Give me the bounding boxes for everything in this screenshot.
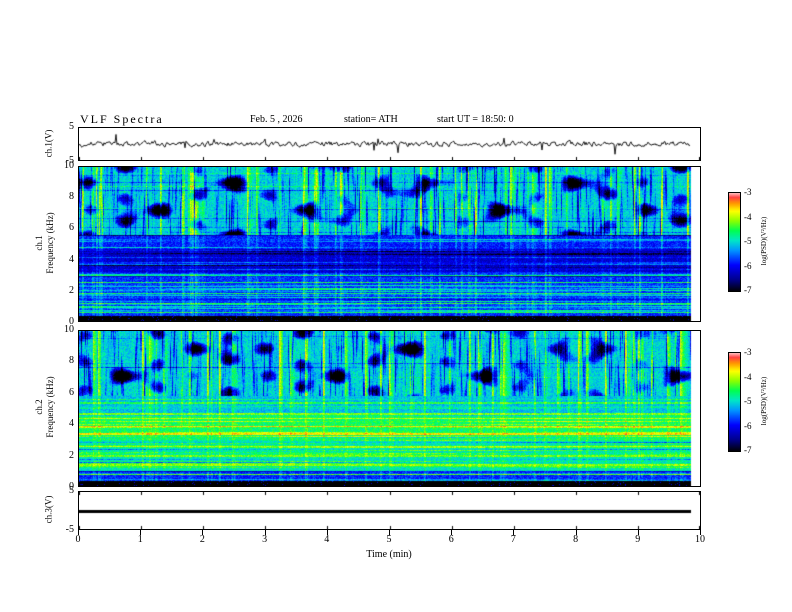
ch2spec-axis-label: ch.2 Frequency (kHz) [34,376,55,438]
x-tick-mark [513,530,515,535]
x-tick-label: 4 [324,534,330,545]
x-tick-mark [451,530,453,535]
x-tick-mark [389,530,390,535]
ch2-spectrogram-plot [79,331,700,486]
ch1-spectrogram-plot [79,167,700,321]
ch1spec-y-tick: 0 [69,316,74,327]
ch1-waveform-panel [78,127,701,161]
x-tick-mark [637,530,639,535]
vlf-spectra-figure: VLF Spectra Feb. 5 , 2026 station= ATH s… [0,0,792,612]
x-tick-mark [140,530,142,535]
x-tick-mark [700,530,701,535]
x-tick-mark [78,530,79,535]
x-tick-label: 5 [386,534,392,545]
colorbar1-tick: -7 [744,285,752,295]
x-tick-label: 8 [573,534,579,545]
x-tick-label: 9 [635,534,641,545]
x-tick-mark [326,530,328,535]
x-tick-label: 3 [262,534,268,545]
start-ut-label: start UT = 18:50: 0 [437,114,514,125]
ch1-spectrogram-panel [78,166,701,322]
x-tick-label: 7 [510,534,516,545]
x-tick-label: 10 [695,534,705,545]
colorbar-ch1 [728,192,741,292]
x-tick-label: 0 [75,534,81,545]
colorbar-ch2 [728,352,741,452]
x-tick-label: 6 [448,534,454,545]
ch1v-axis-label: ch.1(V) [43,129,54,158]
ch2spec-y-tick: 10 [64,324,74,335]
ch3v-axis-label: ch.3(V) [43,495,54,524]
x-tick-label: 2 [199,534,205,545]
ch3-waveform-panel [78,491,701,530]
ch1-waveform-plot [79,128,700,160]
x-tick-label: 1 [137,534,143,545]
colorbar-ch1-gradient [729,193,740,291]
x-tick-mark [202,530,204,535]
x-axis-title: Time (min) [366,549,412,560]
figure-title: VLF Spectra [80,112,164,126]
date-label: Feb. 5 , 2026 [250,114,303,125]
colorbar-ch1-label: log(PSD)(V²/Hz) [760,216,768,266]
colorbar-ch2-gradient [729,353,740,451]
ch2-spectrogram-panel [78,330,701,487]
x-tick-mark [264,530,266,535]
colorbar-ch2-label: log(PSD)(V²/Hz) [760,376,768,426]
ch1spec-axis-label: ch.1 Frequency (kHz) [34,212,55,274]
x-tick-mark [575,530,577,535]
ch3-waveform-plot [79,492,700,529]
colorbar2-tick: -7 [744,445,752,455]
station-label: station= ATH [344,114,398,125]
